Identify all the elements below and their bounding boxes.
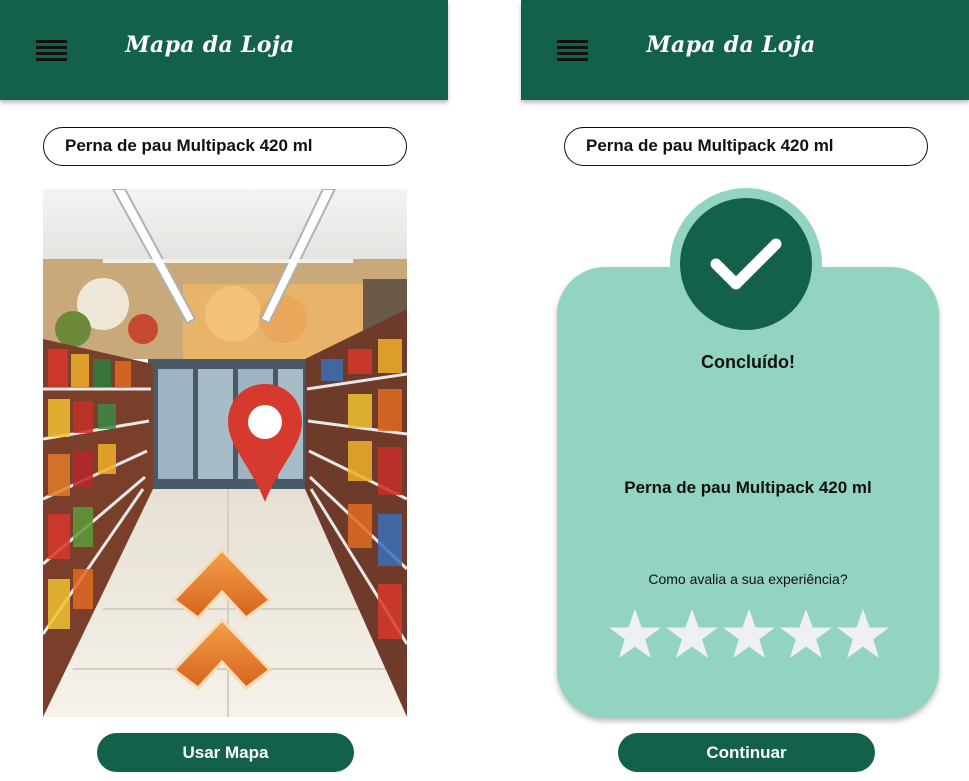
header-title: Mapa da Loja bbox=[125, 32, 295, 58]
star-icon[interactable] bbox=[607, 607, 663, 661]
forward-arrows-icon bbox=[172, 548, 272, 691]
rating-stars bbox=[607, 607, 891, 661]
rating-prompt: Como avalia a sua experiência? bbox=[648, 571, 848, 587]
hamburger-menu-icon[interactable] bbox=[36, 40, 67, 62]
checkmark-icon bbox=[710, 238, 782, 290]
product-search-field[interactable]: Perna de pau Multipack 420 ml bbox=[43, 127, 407, 166]
hamburger-menu-icon[interactable] bbox=[557, 40, 588, 62]
card-product-name: Perna de pau Multipack 420 ml bbox=[624, 478, 872, 497]
star-icon[interactable] bbox=[778, 607, 834, 661]
product-search-field[interactable]: Perna de pau Multipack 420 ml bbox=[564, 127, 928, 166]
app-header: Mapa da Loja bbox=[0, 0, 448, 100]
completed-label: Concluído! bbox=[701, 352, 795, 372]
location-pin-icon bbox=[228, 384, 302, 502]
completion-screen: Mapa da Loja Perna de pau Multipack 420 … bbox=[521, 0, 969, 781]
map-screen: Mapa da Loja Perna de pau Multipack 420 … bbox=[0, 0, 448, 781]
use-map-button[interactable]: Usar Mapa bbox=[97, 733, 354, 772]
star-icon[interactable] bbox=[664, 607, 720, 661]
star-icon[interactable] bbox=[721, 607, 777, 661]
header-title: Mapa da Loja bbox=[646, 32, 816, 58]
continue-button[interactable]: Continuar bbox=[618, 733, 875, 772]
app-header: Mapa da Loja bbox=[521, 0, 969, 100]
success-badge bbox=[680, 198, 812, 330]
star-icon[interactable] bbox=[835, 607, 891, 661]
